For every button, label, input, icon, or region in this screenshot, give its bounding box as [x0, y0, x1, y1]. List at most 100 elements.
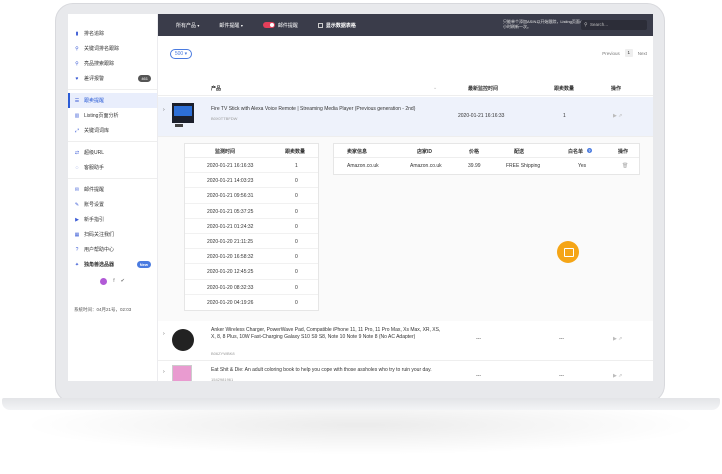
- table-row: Amazon.co.uk Amazon.co.uk 39.99 FREE Shi…: [347, 163, 629, 169]
- list-icon: ☰: [74, 97, 80, 104]
- table-row: 2020-01-20 12:45:25 0: [185, 264, 318, 280]
- col-last-monitor[interactable]: 最新监控时间: [468, 85, 498, 92]
- table-row: 2020-01-20 04:19:26 0: [207, 299, 298, 306]
- action-icons[interactable]: ▶ ⇗: [613, 113, 622, 119]
- sidebar-item-keyword-rank[interactable]: ⚲ 关键词排名跟踪: [68, 41, 157, 56]
- email-alert-toggle[interactable]: 邮件提醒: [262, 22, 298, 29]
- divider: [68, 178, 157, 179]
- top-note: 只能单个添加ASIN以开始跟踪，Listing页面4小时刷新一次。: [503, 19, 583, 29]
- twitter-icon[interactable]: ✔: [121, 278, 125, 285]
- sidebar-item-follow-sell[interactable]: ☰ 跟卖提醒: [68, 93, 157, 108]
- sidebar: ▮ 排名追踪 ⚲ 关键词排名跟踪 ⚲ 亮品搜索跟踪 ♥ 差评报警 461 ☰ 跟卖提醒 ▥ L…: [68, 14, 158, 381]
- per-page-select[interactable]: 500 ▾: [170, 49, 192, 59]
- product-title[interactable]: Eat Shit & Die: An adult coloring book t…: [211, 367, 451, 374]
- shuffle-icon: ⇄: [74, 149, 80, 156]
- search-icon: ⚲: [75, 60, 79, 67]
- new-badge: New: [136, 261, 151, 268]
- social-links: f ✔: [68, 278, 157, 285]
- qr-icon: ▦: [74, 231, 80, 238]
- sidebar-item-rank-tracking[interactable]: ▮ 排名追踪: [68, 26, 157, 41]
- table-row: 2020-01-20 21:11:25 0: [185, 234, 318, 250]
- show-table-checkbox[interactable]: 显示数据表格: [317, 22, 356, 29]
- sidebar-item-email-alert[interactable]: ✉ 邮件提醒: [68, 182, 157, 197]
- expand-icon: ⤢: [74, 127, 79, 134]
- chevron-right-icon[interactable]: ›: [163, 331, 165, 337]
- col-action: 操作: [611, 86, 622, 92]
- review-count-badge: 461: [138, 75, 151, 82]
- page-number[interactable]: 1: [624, 49, 633, 57]
- sidebar-item-product-search[interactable]: ⚲ 亮品搜索跟踪: [68, 56, 157, 71]
- sidebar-item-keyword-lib[interactable]: ⤢ 关键词词库: [68, 123, 157, 138]
- toggle-switch[interactable]: [262, 22, 275, 29]
- wrench-icon: ✎: [74, 201, 80, 208]
- follower-count: ---: [559, 336, 564, 342]
- action-icons[interactable]: ▶ ⇗: [613, 373, 622, 379]
- follower-count: ---: [559, 373, 564, 379]
- sidebar-item-bad-review[interactable]: ♥ 差评报警 461: [68, 71, 157, 86]
- chevron-down-icon: ▾: [197, 22, 200, 28]
- last-monitor-time: ---: [476, 336, 481, 342]
- sidebar-item-guide[interactable]: ▶ 新手指引: [68, 212, 157, 227]
- product-thumbnail: [172, 329, 194, 351]
- col-product[interactable]: 产品: [211, 85, 221, 92]
- last-monitor-time: ---: [476, 373, 481, 379]
- chevron-right-icon[interactable]: ›: [163, 369, 165, 375]
- col-follower-count[interactable]: 跟卖数量: [554, 85, 574, 92]
- history-table: 监测时间 跟卖数量 2020-01-21 16:16:33 1 2020-01-21…: [184, 143, 319, 311]
- main-content: 500 ▾ Previous 1 Next 产品 ⌄ 最新监控时间 跟卖数量 操…: [158, 36, 653, 381]
- table-header: 产品 ⌄ 最新监控时间 跟卖数量 操作: [158, 80, 653, 96]
- table-row: 2020-01-21 16:16:33 1: [185, 158, 318, 174]
- table-row[interactable]: › Fire TV Stick with Alexa Voice Remote …: [158, 97, 653, 137]
- table-row: 2020-01-21 09:56:31 0: [185, 188, 318, 204]
- divider: [68, 141, 157, 142]
- table-row: 2020-01-21 05:37:25 0: [185, 204, 318, 219]
- star-icon: ✦: [74, 261, 80, 268]
- product-title[interactable]: Anker Wireless Charger, PowerWave Pad, C…: [211, 327, 446, 341]
- table-row: 2020-01-21 14:03:23 0: [185, 173, 318, 189]
- product-asin: B0X0TTBFDW: [211, 116, 238, 121]
- heart-icon: ♥: [75, 75, 79, 82]
- page: ▮ 排名追踪 ⚲ 关键词排名跟踪 ⚲ 亮品搜索跟踪 ♥ 差评报警 461 ☰ 跟卖提醒 ▥ L…: [0, 0, 722, 474]
- mail-icon: ✉: [74, 186, 80, 193]
- status-filter-select[interactable]: 邮件提醒 ▾: [219, 22, 242, 29]
- chat-icon[interactable]: [557, 241, 579, 263]
- facebook-icon[interactable]: f: [113, 278, 114, 285]
- social-icon[interactable]: [100, 278, 108, 285]
- product-thumbnail: [172, 365, 192, 381]
- sidebar-item-account-settings[interactable]: ✎ 账号设置: [68, 197, 157, 212]
- analysis-icon: ▥: [74, 112, 80, 119]
- chevron-right-icon[interactable]: ›: [163, 107, 165, 113]
- product-filter-select[interactable]: 所有产品 ▾: [176, 22, 199, 29]
- table-row[interactable]: › Anker Wireless Charger, PowerWave Pad,…: [158, 321, 653, 361]
- checkbox[interactable]: [317, 22, 323, 28]
- follower-count: 1: [563, 113, 566, 119]
- row-detail: 监测时间 跟卖数量 2020-01-21 16:16:33 1 2020-01-21…: [158, 137, 653, 321]
- pagination: Previous 1 Next: [602, 49, 647, 57]
- chevron-down-icon: ▾: [240, 22, 243, 28]
- product-title[interactable]: Fire TV Stick with Alexa Voice Remote | …: [211, 106, 415, 113]
- sidebar-item-help-center[interactable]: ? 用户帮助中心: [68, 242, 157, 257]
- sidebar-item-listing-analysis[interactable]: ▥ Listing页面分析: [68, 108, 157, 123]
- delete-icon[interactable]: 🗑: [622, 163, 628, 169]
- sidebar-item-follow-us[interactable]: ▦ 扫码关注我们: [68, 227, 157, 242]
- help-icon: ?: [75, 246, 79, 253]
- action-icons[interactable]: ▶ ⇗: [613, 336, 622, 342]
- sort-icon[interactable]: ⌄: [433, 85, 437, 91]
- next-page-button[interactable]: Next: [638, 51, 647, 56]
- table-row[interactable]: › Eat Shit & Die: An adult coloring book…: [158, 361, 653, 381]
- top-bar: 所有产品 ▾ 邮件提醒 ▾ 邮件提醒 显示数据表格 只能单个添加ASIN以开始跟…: [158, 14, 653, 36]
- laptop-base: [2, 398, 720, 410]
- last-monitor-time: 2020-01-21 16:16:33: [458, 113, 505, 119]
- sidebar-item-super-url[interactable]: ⇄ 超级URL: [68, 145, 157, 160]
- sidebar-item-unicorn-selector[interactable]: ✦ 独角兽选品器 New: [68, 257, 157, 272]
- prev-page-button[interactable]: Previous: [602, 51, 620, 56]
- chart-bar-icon: ▮: [75, 30, 79, 37]
- info-icon[interactable]: ?: [587, 148, 592, 153]
- table-row: 2020-01-20 16:58:32 0: [185, 249, 318, 265]
- product-thumbnail: [172, 103, 194, 131]
- seller-table: 卖家信息 店家ID 价格 配送 白名单 ? 操作 Amazon.co.uk Am…: [333, 143, 640, 175]
- search-input[interactable]: ⚲ Search...: [581, 20, 647, 30]
- chat-icon: ◌: [75, 164, 79, 171]
- video-icon: ▶: [75, 216, 79, 223]
- sidebar-item-cs-assistant[interactable]: ◌ 客服助手: [68, 160, 157, 175]
